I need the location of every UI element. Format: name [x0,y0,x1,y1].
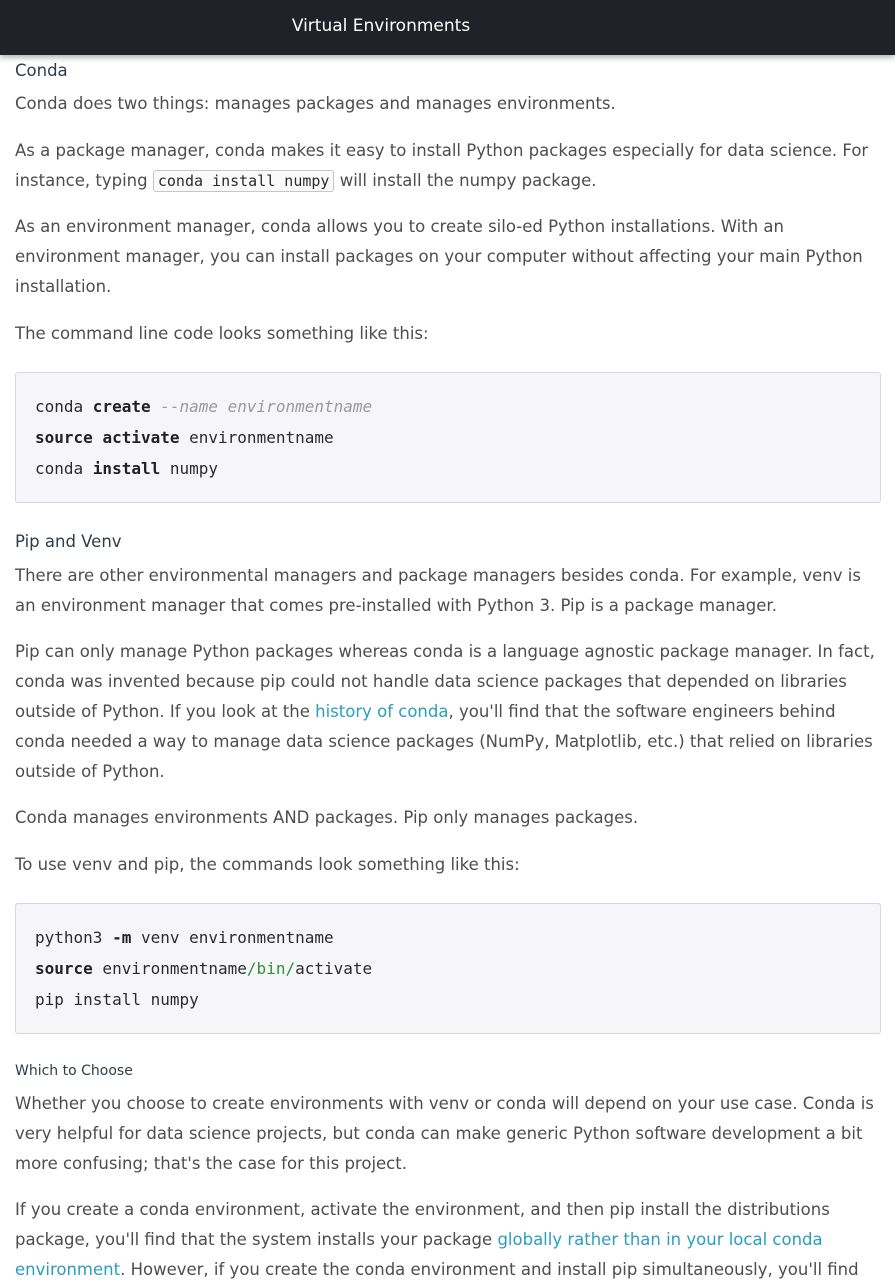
heading-pip-and-venv: Pip and Venv [15,532,122,551]
code-line: source activate environmentname [35,428,334,447]
heading-conda: Conda [15,61,68,80]
code-block-pip[interactable]: python3 -m venv environmentname source e… [15,903,881,1034]
paragraph: There are other environmental managers a… [15,566,861,615]
code-line: pip install numpy [35,990,199,1009]
code-line: python3 -m venv environmentname [35,928,334,947]
history-of-conda-link[interactable]: history of conda [315,702,448,721]
page-title: Virtual Environments [291,16,471,36]
paragraph: Conda manages environments AND packages.… [15,808,639,827]
paragraph: Whether you choose to create environment… [15,1094,874,1173]
paragraph: As a package manager, conda makes it eas… [15,141,869,192]
heading-which-to-choose: Which to Choose [15,1063,133,1079]
paragraph: Pip can only manage Python packages wher… [15,642,875,781]
paragraph: To use venv and pip, the commands look s… [15,855,520,874]
paragraph: As an environment manager, conda allows … [15,217,863,296]
code-line: conda install numpy [35,459,219,478]
code-block-conda[interactable]: conda create --name environmentname sour… [15,372,881,503]
paragraph: If you create a conda environment, activ… [15,1200,859,1279]
code-line: conda create --name environmentname [35,397,373,416]
inline-code: conda install numpy [152,170,335,192]
top-bar: Virtual Environments [0,0,895,55]
code-line: source environmentname/bin/activate [35,959,373,978]
paragraph: The command line code looks something li… [15,324,429,343]
paragraph: Conda does two things: manages packages … [15,94,616,113]
